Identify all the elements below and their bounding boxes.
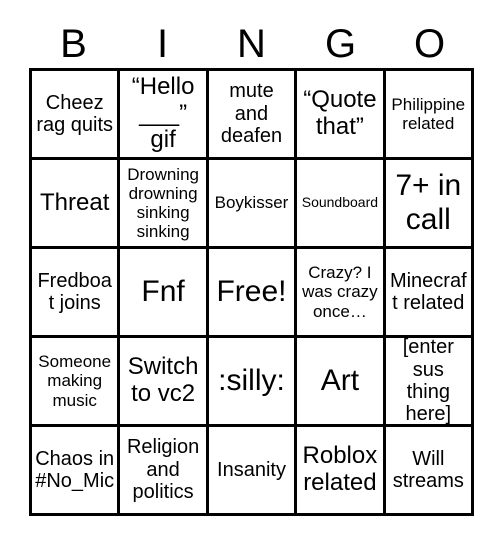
bingo-grid: Cheez rag quits “Hello ___” gif mute and d… (29, 68, 474, 516)
bingo-cell-label: Cheez rag quits (36, 91, 114, 136)
bingo-cell[interactable]: Switch to vc2 (120, 338, 209, 427)
bingo-cell-label: Minecraft related (389, 269, 467, 314)
bingo-cell-label: Boykisser (214, 193, 289, 213)
bingo-cell[interactable]: Cheez rag quits (32, 71, 121, 160)
bingo-cell-label: Fredboat joins (37, 269, 112, 314)
bingo-cell[interactable]: Art (297, 338, 386, 427)
bingo-cell-label: Roblox related (302, 442, 378, 496)
bingo-cell-label: Crazy? I was crazy once… (302, 263, 378, 321)
bingo-cell[interactable]: Someone making music (32, 338, 121, 427)
bingo-cell[interactable]: Free! (208, 249, 298, 338)
bingo-header-letter-n: N (237, 22, 266, 66)
bingo-cell-label: Will streams (392, 447, 464, 492)
bingo-cell[interactable]: Insanity (208, 427, 298, 516)
bingo-cell-label: 7+ in call (395, 169, 462, 236)
bingo-cell-label: Switch to vc2 (127, 353, 199, 407)
bingo-cell[interactable]: Religion and politics (120, 427, 209, 516)
bingo-header-letter-g: G (324, 22, 357, 66)
bingo-cell[interactable]: Threat (32, 160, 121, 249)
bingo-cell-label: Insanity (217, 458, 286, 481)
bingo-cell-label: Art (320, 364, 360, 398)
bingo-cell[interactable]: Soundboard (297, 160, 386, 249)
bingo-card: B I N G O Cheez rag quits “Hello ___” gif… (0, 0, 501, 544)
bingo-header: B I N G O (29, 22, 474, 66)
bingo-cell-label: Drowning drowning sinking sinking (127, 164, 199, 242)
bingo-cell-label: Free! (216, 275, 287, 309)
bingo-cell-label: Soundboard (301, 194, 379, 211)
bingo-cell[interactable]: Fnf (120, 249, 209, 338)
bingo-cell-label: Fnf (141, 275, 185, 309)
bingo-header-letter-o: O (413, 22, 446, 66)
bingo-cell[interactable]: Drowning drowning sinking sinking (120, 160, 209, 249)
bingo-cell[interactable]: “Hello ___” gif (120, 71, 209, 160)
bingo-cell-label: Threat (40, 188, 110, 216)
bingo-cell[interactable]: :silly: (208, 338, 298, 427)
bingo-cell-label: “Quote that” (303, 86, 377, 140)
bingo-cell[interactable]: [enter sus thing here] (385, 338, 474, 427)
bingo-header-letter-b: B (60, 22, 87, 66)
bingo-cell[interactable]: Crazy? I was crazy once… (297, 249, 386, 338)
bingo-cell-label: mute and deafen (220, 80, 283, 148)
bingo-cell[interactable]: Philippine related (385, 71, 474, 160)
bingo-cell[interactable]: Roblox related (297, 427, 386, 516)
bingo-cell-label: [enter sus thing here] (402, 338, 454, 426)
bingo-cell-label: Chaos in #No_Mic (35, 447, 115, 492)
bingo-cell-label: “Hello ___” gif (131, 72, 195, 154)
bingo-cell[interactable]: 7+ in call (385, 160, 474, 249)
bingo-cell[interactable]: Minecraft related (385, 249, 474, 338)
bingo-header-letter-i: I (156, 22, 169, 66)
bingo-cell[interactable]: Fredboat joins (32, 249, 121, 338)
bingo-cell-label: Philippine related (391, 94, 466, 133)
bingo-cell[interactable]: “Quote that” (297, 71, 386, 160)
bingo-cell-label: Religion and politics (126, 436, 200, 504)
bingo-cell[interactable]: Will streams (385, 427, 474, 516)
bingo-cell[interactable]: mute and deafen (208, 71, 298, 160)
bingo-cell-label: Someone making music (38, 352, 112, 410)
bingo-cell[interactable]: Chaos in #No_Mic (32, 427, 121, 516)
bingo-cell[interactable]: Boykisser (208, 160, 298, 249)
bingo-cell-label: :silly: (218, 364, 285, 398)
